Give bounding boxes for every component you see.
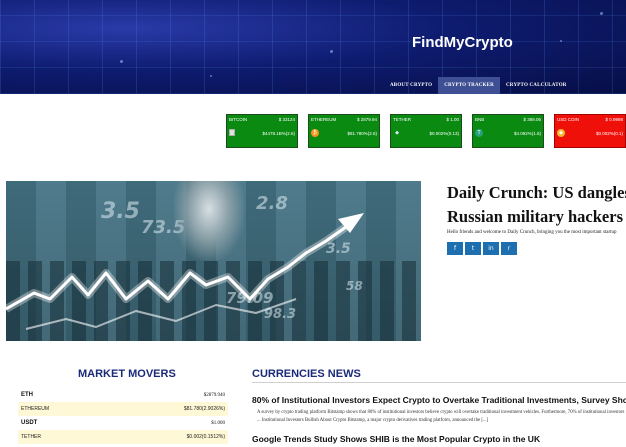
ticker-cap: $0.002%(0.13) [429, 131, 459, 136]
ticker-cap: $0.002%(0.1) [595, 131, 623, 136]
list-item[interactable]: USDT $1.000 [18, 416, 228, 430]
nav-crypto-tracker[interactable]: CRYPTO TRACKER [438, 77, 500, 94]
nav-about-crypto[interactable]: ABOUT CRYPTO [384, 77, 438, 94]
light-spark [210, 75, 212, 77]
bitcoin-icon: ₿ [311, 129, 319, 137]
share-buttons: f t in r [447, 242, 517, 255]
ticker-name: BITCOIN [229, 117, 248, 122]
main-nav: ABOUT CRYPTO CRYPTO TRACKER CRYPTO CALCU… [384, 77, 573, 94]
ticker-card-usd-coin[interactable]: USD COIN $ 0.9998 ◆ $0.002%(0.1) [554, 114, 626, 148]
ticker-cap: $81.780%(2.6) [347, 131, 377, 136]
ticker-name: BNB [475, 117, 485, 122]
nav-crypto-calculator[interactable]: CRYPTO CALCULATOR [500, 77, 573, 94]
light-spark [560, 40, 562, 42]
market-movers-title: MARKET MOVERS [78, 368, 176, 380]
reddit-icon[interactable]: r [501, 242, 517, 255]
headline-line: Daily Crunch: US dangles [447, 183, 626, 202]
site-brand[interactable]: FindMyCrypto [412, 34, 513, 51]
news-item-title[interactable]: Google Trends Study Shows SHIB is the Mo… [252, 434, 540, 444]
coin-name: ETHEREUM [21, 406, 50, 412]
ticker-name: USD COIN [557, 117, 580, 122]
market-movers-list: ETH $2879.940 ETHEREUM $81.780(2.9026%) … [18, 388, 228, 444]
ticker-card-ethereum[interactable]: ETHEREUM $ 2879.94 ₿ $81.780%(2.6) [308, 114, 380, 148]
light-spark [600, 12, 603, 15]
ethereum-icon: ◆ [395, 130, 399, 136]
currencies-news-title: CURRENCIES NEWS [252, 368, 361, 380]
ticker-cap: $4.092%(1.6) [513, 131, 541, 136]
news-item-title[interactable]: 80% of Institutional Investors Expect Cr… [252, 395, 626, 405]
coin-price: $2879.940 [203, 392, 225, 398]
coin-symbol: ETH [21, 392, 33, 398]
coin-symbol: USDT [21, 420, 38, 426]
ticker-card-bitcoin[interactable]: BITCOIN $ 33124 $4478.1B%(2.6) [226, 114, 298, 148]
ticker-name: TETHER [393, 117, 411, 122]
ticker-price: $ 33124 [278, 117, 295, 122]
featured-article-image[interactable]: 3.5 73.5 2.8 3.5 79.09 98.3 58 [6, 181, 421, 341]
coin-change: $81.780(2.9026%) [183, 406, 225, 412]
site-header: FindMyCrypto ABOUT CRYPTO CRYPTO TRACKER… [0, 0, 626, 94]
list-item[interactable]: ETHEREUM $81.780(2.9026%) [18, 402, 228, 416]
news-item-excerpt: A survey by crypto trading platform Bits… [257, 410, 625, 423]
ticker-card-bnb[interactable]: BNB $ 389.06 T $4.092%(1.6) [472, 114, 544, 148]
coin-name: TETHER [21, 434, 41, 440]
headline-line: Russian military hackers [447, 207, 624, 226]
ticker-price: $ 2879.94 [356, 117, 377, 122]
light-spark [330, 50, 333, 53]
ticker-price: $ 389.06 [523, 117, 541, 122]
featured-article-headline[interactable]: Daily Crunch: US dangles Russian militar… [447, 181, 626, 229]
broken-image-icon [229, 129, 235, 136]
facebook-icon[interactable]: f [447, 242, 463, 255]
linkedin-icon[interactable]: in [483, 242, 499, 255]
list-item[interactable]: ETH $2879.940 [18, 388, 228, 402]
coin-change: $0.002(0.1512%) [186, 434, 225, 440]
featured-article-excerpt: Hello friends and welcome to Daily Crunc… [447, 230, 617, 235]
rising-arrow-graphic [6, 213, 364, 330]
twitter-icon[interactable]: t [465, 242, 481, 255]
section-divider [252, 382, 626, 383]
ticker-price: $ 0.9998 [605, 117, 623, 122]
light-spark [120, 60, 123, 63]
ticker-price: $ 1.00 [446, 117, 459, 122]
coin-price: $1.000 [211, 420, 225, 426]
tether-icon: T [475, 129, 483, 137]
list-item[interactable]: TETHER $0.002(0.1512%) [18, 430, 228, 444]
ticker-card-tether[interactable]: TETHER $ 1.00 ◆ $0.002%(0.13) [390, 114, 462, 148]
ticker-cap: $4478.1B%(2.6) [262, 131, 295, 136]
ticker-name: ETHEREUM [311, 117, 337, 122]
bnb-icon: ◆ [557, 129, 565, 137]
